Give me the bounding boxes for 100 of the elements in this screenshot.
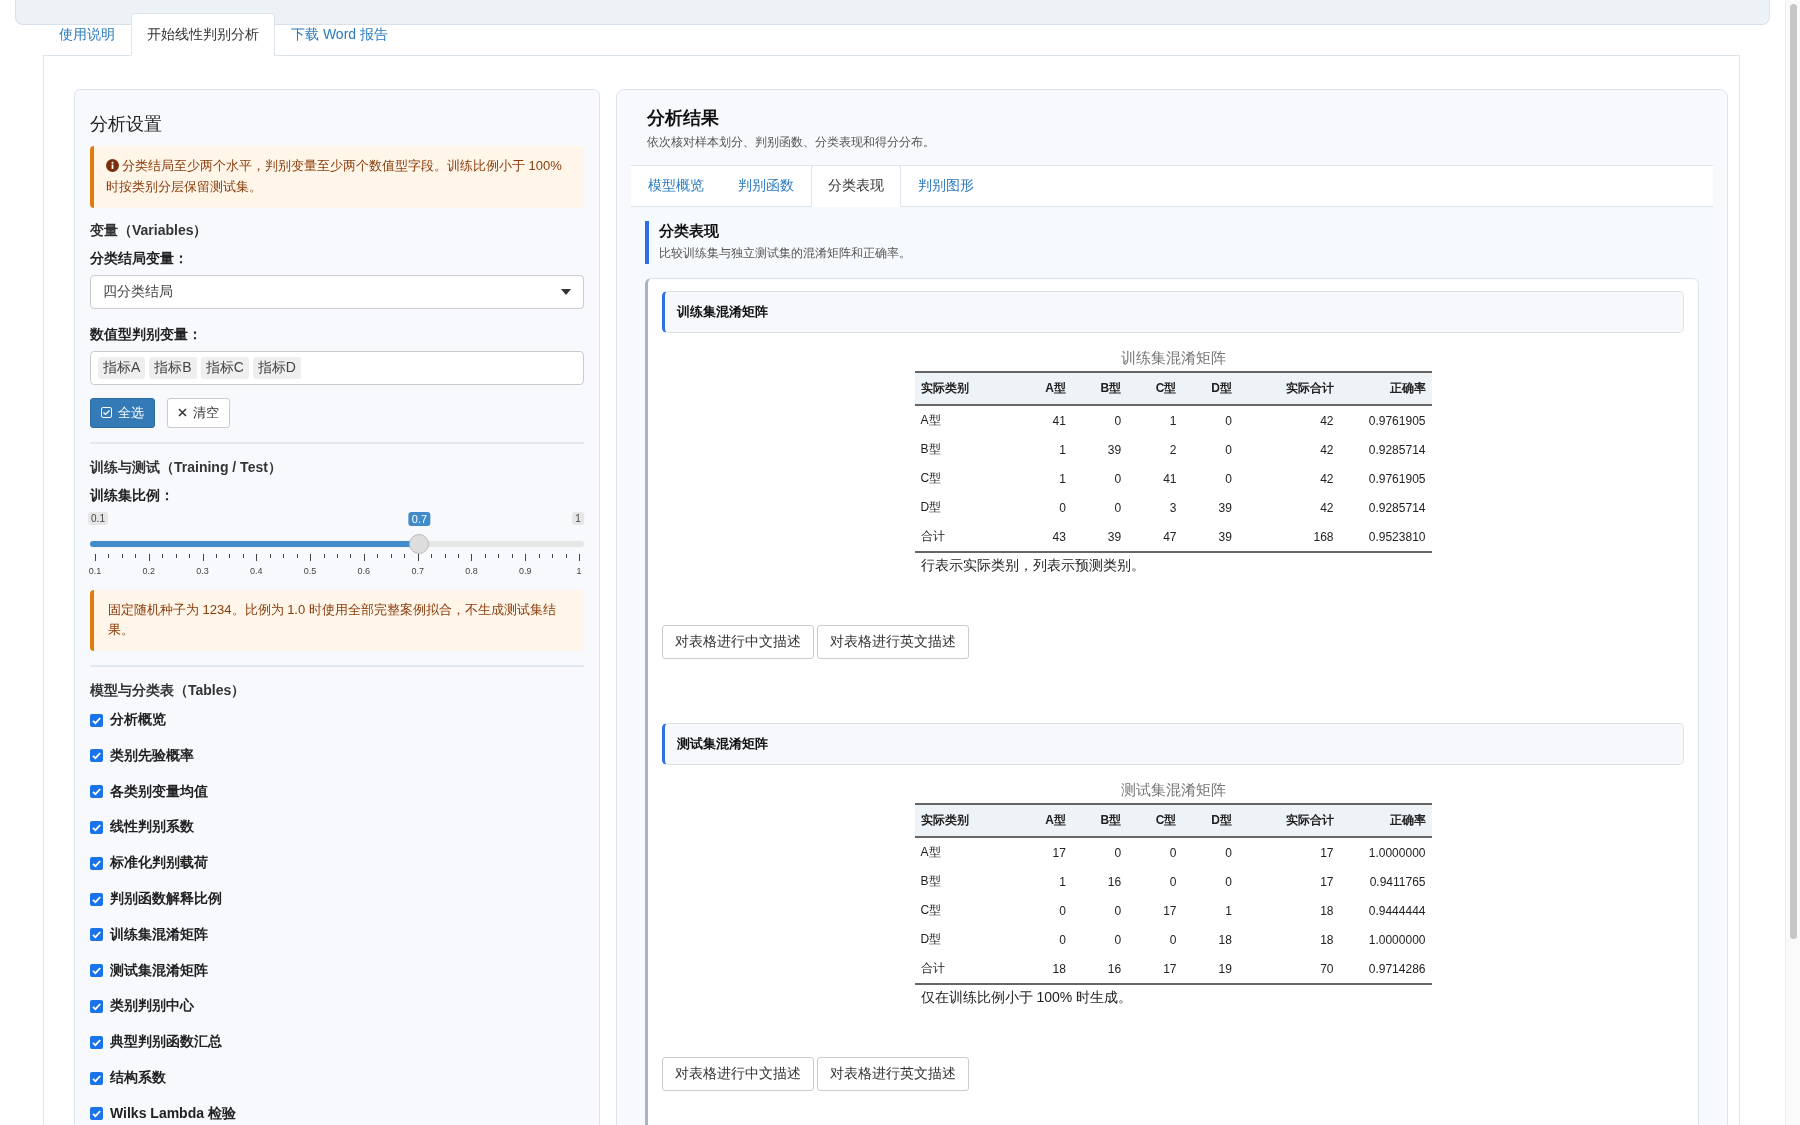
checkbox[interactable]: [90, 713, 103, 727]
selected-chip[interactable]: 指标D: [252, 356, 301, 379]
column-header: B型: [1071, 804, 1128, 837]
column-header: D型: [1182, 372, 1238, 405]
warning-alert: 分类结局至少两个水平，判别变量至少两个数值型字段。训练比例小于 100% 时按类别分层保留测试集。: [90, 146, 584, 208]
table-cell-text: 0: [1058, 931, 1067, 949]
slider-thumb[interactable]: [409, 533, 430, 554]
table-cell-text: 0: [1113, 470, 1123, 488]
info-icon: [106, 159, 119, 172]
table-cell-text: D型: [919, 499, 943, 516]
checkbox-label: 标准化判别载荷: [110, 854, 208, 873]
scrollbar-thumb[interactable]: [1790, 4, 1797, 939]
slider-tick: [390, 553, 392, 558]
nav-tab[interactable]: 使用说明: [43, 13, 131, 56]
table-cell-text: 42: [1319, 441, 1335, 459]
table-cell-text: 39: [1106, 441, 1123, 459]
table-cell-text: 1.0000000: [1367, 931, 1427, 949]
panel-subtitle: 依次核对样本划分、判别函数、分类表现和得分分布。: [647, 134, 936, 151]
slider-tick: [471, 553, 473, 561]
slider-max-label: 1: [572, 511, 584, 525]
slider-track[interactable]: [90, 540, 584, 547]
table-cell-text: 2: [1168, 441, 1178, 459]
table-cell: 合计: [914, 522, 1017, 552]
slider-tick: [108, 553, 110, 558]
slider-tick: [189, 553, 191, 558]
table-cell-text: 18: [1217, 931, 1233, 949]
nav-tab[interactable]: 开始线性判别分析: [131, 13, 275, 56]
slider-tick: [283, 553, 285, 558]
select-all-button[interactable]: 全选: [90, 397, 155, 428]
results-tab[interactable]: 判别函数: [721, 165, 811, 207]
table-cell-text: 1: [1058, 873, 1067, 891]
describe-button[interactable]: 对表格进行中文描述: [662, 625, 814, 659]
slider-tick: [310, 553, 312, 561]
table-cell: 17: [1016, 837, 1072, 867]
clear-button[interactable]: 清空: [167, 397, 230, 428]
slider-tick: [444, 553, 446, 558]
checkbox[interactable]: [90, 856, 103, 870]
table-cell: 0: [1071, 837, 1128, 867]
column-header: 实际类别: [914, 372, 1017, 405]
checkbox[interactable]: [90, 1071, 103, 1085]
outcome-select[interactable]: 四分类结局: [90, 274, 584, 309]
checkbox[interactable]: [90, 964, 103, 978]
tick-label: 0.1: [88, 565, 102, 576]
table-cell-text: C型: [919, 902, 943, 919]
slider-tick: [256, 553, 258, 561]
checkbox-label: 判别函数解释比例: [110, 890, 222, 909]
slider-tick: [565, 553, 567, 558]
column-header: 正确率: [1339, 804, 1432, 837]
checkbox[interactable]: [90, 1035, 103, 1049]
table-cell: 17: [1127, 954, 1183, 984]
table-cell-text: 0: [1058, 499, 1067, 517]
checkbox-label: 各类别变量均值: [110, 782, 208, 801]
panel-title: 分析结果: [647, 107, 720, 130]
table-cell: 0: [1071, 405, 1128, 435]
selected-chip[interactable]: 指标C: [200, 356, 249, 379]
table-cell-text: 3: [1168, 499, 1178, 517]
slider-tick: [242, 553, 244, 558]
checkbox[interactable]: [90, 999, 103, 1013]
table-cell-text: 42: [1319, 470, 1335, 488]
describe-button[interactable]: 对表格进行中文描述: [662, 1057, 814, 1091]
slider-tick: [498, 553, 500, 558]
results-tab[interactable]: 判别图形: [901, 165, 991, 207]
card-header: 测试集混淆矩阵: [662, 723, 1684, 765]
checkbox[interactable]: [90, 820, 103, 834]
table-cell-text: 0.9285714: [1367, 441, 1427, 459]
table-cell-text: 0.9285714: [1367, 499, 1427, 517]
table-cell-text: 0: [1224, 873, 1233, 891]
table-cell: 19: [1182, 954, 1238, 984]
table-cell: 168: [1237, 522, 1340, 552]
results-tab[interactable]: 分类表现: [811, 165, 901, 207]
table-cell-text: 39: [1217, 499, 1233, 517]
predictor-multiselect[interactable]: 指标A 指标B 指标C 指标D: [90, 350, 584, 385]
checkbox-label: 类别先验概率: [110, 746, 194, 765]
checkbox[interactable]: [90, 892, 103, 906]
table-cell-text: 18: [1319, 931, 1335, 949]
table-cell: 41: [1016, 405, 1072, 435]
selected-chip[interactable]: 指标B: [149, 356, 197, 379]
selected-chip[interactable]: 指标A: [98, 356, 146, 379]
section-subtitle: 比较训练集与独立测试集的混淆矩阵和正确率。: [659, 245, 912, 262]
checkbox[interactable]: [90, 1107, 103, 1121]
slider-tick: [538, 553, 540, 558]
field-label: 数值型判别变量：: [90, 325, 203, 344]
checkbox[interactable]: [90, 785, 103, 799]
table-cell-text: C型: [919, 470, 943, 487]
checkbox-label: Wilks Lambda 检验: [110, 1104, 236, 1123]
table-cell: 0.9714286: [1339, 954, 1432, 984]
slider-min-label: 0.1: [88, 511, 108, 525]
results-tab[interactable]: 模型概览: [631, 165, 721, 207]
checkbox[interactable]: [90, 928, 103, 942]
describe-button[interactable]: 对表格进行英文描述: [817, 1057, 969, 1091]
checkbox-label: 测试集混淆矩阵: [110, 961, 208, 980]
slider-tick: [121, 553, 123, 558]
describe-button[interactable]: 对表格进行英文描述: [817, 625, 969, 659]
slider-tick: [135, 553, 137, 558]
table-cell: 0.9523810: [1339, 522, 1432, 552]
checkbox[interactable]: [90, 749, 103, 763]
tick-label: 0.8: [465, 565, 478, 576]
nav-tab[interactable]: 下载 Word 报告: [275, 13, 404, 56]
table-cell-text: 0: [1113, 499, 1123, 517]
table-cell: 17: [1237, 837, 1340, 867]
